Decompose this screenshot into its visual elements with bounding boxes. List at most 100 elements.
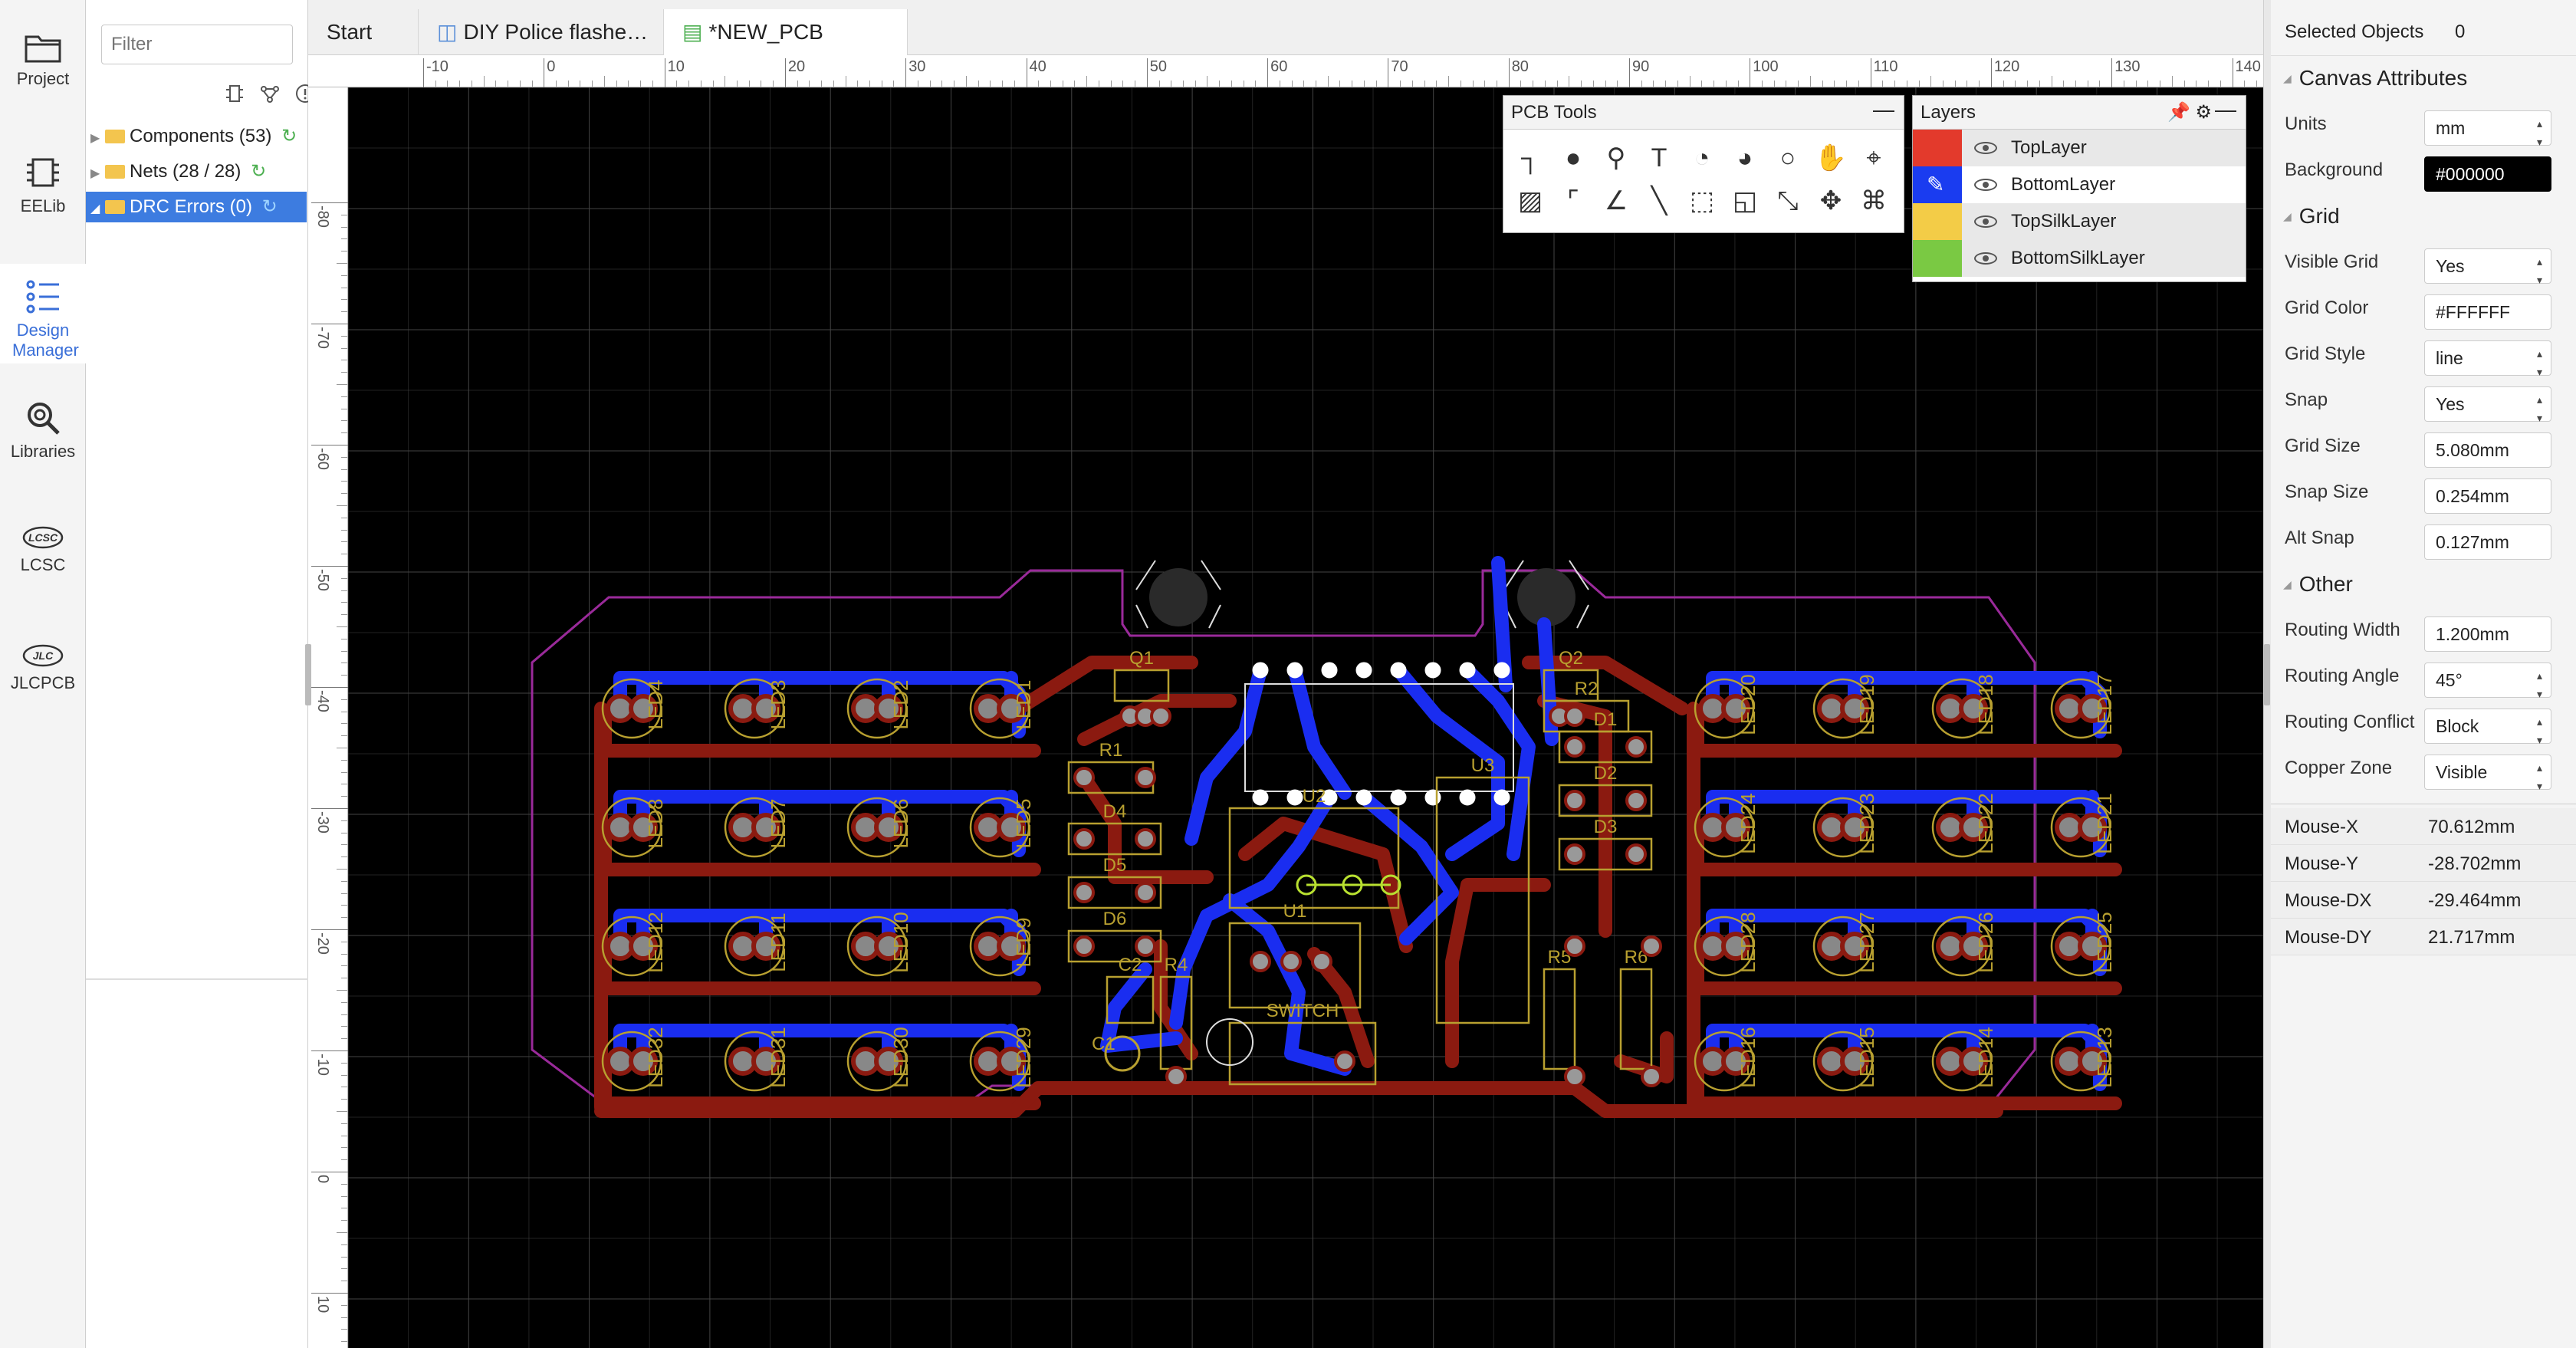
solid-region-icon[interactable]: ◱ [1727,183,1763,219]
part-pad[interactable] [1564,935,1585,957]
led-label[interactable]: LED5 [1012,798,1035,848]
ic-pin[interactable] [1252,662,1269,679]
led-label[interactable]: LED32 [644,1027,667,1088]
grid-header[interactable]: Grid [2283,204,2340,229]
minimize-icon[interactable]: — [1873,93,1894,127]
c1-label[interactable]: C1 [1092,1034,1116,1054]
tree-row-nets[interactable]: ▶ Nets (28 / 28) ↻ [86,156,308,187]
expand-arrow-icon[interactable]: ▶ [90,167,100,180]
dimension-icon[interactable]: ⌜ [1556,183,1591,219]
part-pad[interactable] [1073,767,1095,788]
expand-arrow-icon[interactable]: ◢ [90,202,100,215]
led-label[interactable]: LED17 [2093,674,2116,735]
move-icon[interactable]: ✥ [1813,183,1848,219]
ic-pin[interactable] [1493,662,1510,679]
nav-project[interactable]: Project [0,31,86,89]
led-label[interactable]: LED18 [1974,674,1997,735]
part-label[interactable]: Q1 [1129,648,1154,669]
snap-size-input[interactable]: 0.254mm [2424,478,2551,514]
net-icon[interactable]: ╲ [1641,183,1677,219]
led-row-top-trace[interactable] [1691,709,2122,758]
led-label[interactable]: LED20 [1737,674,1760,735]
led-label[interactable]: LED27 [1855,912,1878,973]
canvas-origin-icon[interactable]: ⌘ [1856,183,1891,219]
part-label[interactable]: D1 [1594,709,1618,730]
led-row-top-trace[interactable] [598,1062,1041,1110]
led-row-bottom-trace[interactable] [613,671,1026,738]
nav-libraries[interactable]: Libraries [0,399,86,462]
eye-icon[interactable] [1974,252,1997,265]
layer-row-topsilklayer[interactable]: TopSilkLayer [1913,203,2246,240]
grid-size-input[interactable]: 5.080mm [2424,432,2551,468]
part-pad[interactable] [1165,1066,1187,1087]
led-label[interactable]: LED19 [1855,674,1878,735]
part-label[interactable]: U1 [1283,901,1307,922]
canvas-attributes-header[interactable]: Canvas Attributes [2283,66,2467,90]
led-label[interactable]: LED30 [889,1027,912,1088]
part-pad[interactable] [1564,1066,1585,1087]
part-pad[interactable] [1564,790,1585,811]
eye-icon[interactable] [1974,215,1997,228]
tree-row-components[interactable]: ▶ Components (53) ↻ [86,121,308,152]
nav-design-manager[interactable]: Design Manager [0,264,86,363]
part-label[interactable]: U2 [1303,786,1326,807]
part-label[interactable]: R1 [1099,740,1123,761]
layer-color-swatch[interactable]: ✎ [1913,166,1962,203]
track-icon[interactable]: ┐ [1513,140,1548,176]
part-pad[interactable] [1641,1066,1662,1087]
led-label[interactable]: LED12 [644,912,667,973]
led-row-top-trace[interactable] [1691,828,2122,876]
ic-pin[interactable] [1493,789,1510,806]
part-label[interactable]: D3 [1594,817,1618,837]
led-label[interactable]: LED6 [889,798,912,848]
ic-pin[interactable] [1459,662,1476,679]
part-label[interactable]: D2 [1594,763,1618,784]
led-label[interactable]: LED22 [1974,793,1997,854]
led-row-top-trace[interactable] [598,828,1041,876]
led-row-bottom-trace[interactable] [1706,1024,2107,1091]
led-label[interactable]: LED10 [889,912,912,973]
pad-icon[interactable]: ● [1556,140,1591,176]
part-silk-outline[interactable] [1619,968,1653,1070]
layer-row-bottomlayer[interactable]: ✎ BottomLayer [1913,166,2246,203]
part-pad[interactable] [1625,843,1647,865]
layer-row-toplayer[interactable]: TopLayer [1913,130,2246,166]
nav-jlcpcb[interactable]: JLC JLCPCB [0,643,86,693]
alt-snap-input[interactable]: 0.127mm [2424,524,2551,560]
part-label[interactable]: U3 [1471,755,1495,776]
top-layer-traces[interactable] [594,656,2122,1118]
connect-icon[interactable]: ⌖ [1856,140,1891,176]
layer-color-swatch[interactable] [1913,203,1962,240]
led-row-bottom-trace[interactable] [1706,671,2107,738]
minimize-icon[interactable]: — [2215,93,2236,127]
part-pad[interactable] [1334,1050,1355,1072]
led-label[interactable]: LED7 [767,798,790,848]
visible-grid-select[interactable]: Yes [2424,248,2551,289]
led-label[interactable]: LED15 [1855,1027,1878,1088]
ic-pin[interactable] [1286,662,1303,679]
part-label[interactable]: R2 [1575,679,1598,699]
ic-pin[interactable] [1424,789,1441,806]
ic-pin[interactable] [1390,662,1407,679]
left-splitter-handle[interactable] [305,644,311,705]
part-label[interactable]: D6 [1103,909,1127,929]
refresh-icon[interactable]: ↻ [251,161,266,182]
net-icon[interactable] [259,83,281,104]
part-pad[interactable] [1073,828,1095,850]
routing-width-input[interactable]: 1.200mm [2424,616,2551,652]
led-row-bottom-trace[interactable] [1706,790,2107,857]
part-pad[interactable] [1625,736,1647,758]
part-pad[interactable] [1135,828,1156,850]
led-label[interactable]: LED3 [767,679,790,729]
expand-arrow-icon[interactable]: ▶ [90,132,100,145]
units-select[interactable]: mm [2424,110,2551,151]
panel-splitter[interactable] [2263,0,2271,1348]
ic-pin[interactable] [1355,789,1372,806]
led-label[interactable]: LED29 [1012,1027,1035,1088]
via-icon[interactable]: ⚲ [1598,140,1634,176]
nav-lcsc[interactable]: LCSC LCSC [0,524,86,575]
led-row-top-trace[interactable] [1691,1062,2122,1110]
arc-icon[interactable]: ◔ [1684,140,1720,176]
layer-color-swatch[interactable] [1913,240,1962,277]
nav-eelib[interactable]: EELib [0,153,86,216]
